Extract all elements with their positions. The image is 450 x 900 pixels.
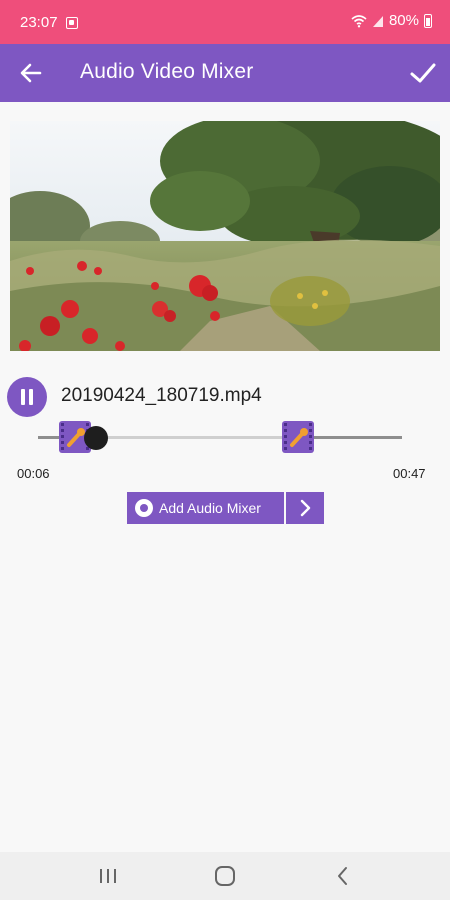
battery-icon xyxy=(424,13,432,28)
app-bar: Audio Video Mixer xyxy=(0,44,450,102)
status-bar: 23:07 80% xyxy=(0,0,450,44)
video-frame-image xyxy=(10,121,440,351)
page-title: Audio Video Mixer xyxy=(80,60,254,83)
back-arrow-icon[interactable] xyxy=(16,59,46,87)
status-time: 23:07 xyxy=(20,14,58,31)
recent-apps-icon[interactable] xyxy=(95,864,121,888)
back-icon[interactable] xyxy=(330,864,356,888)
video-preview[interactable] xyxy=(10,121,440,351)
next-button[interactable] xyxy=(286,492,324,524)
battery-percent: 80% xyxy=(388,12,419,29)
confirm-checkmark-icon[interactable] xyxy=(408,58,438,88)
chevron-right-icon xyxy=(300,499,311,517)
add-audio-mixer-button[interactable]: Add Audio Mixer xyxy=(127,492,284,524)
trim-handle-icon xyxy=(290,428,308,447)
playhead-knob[interactable] xyxy=(84,426,108,450)
trim-range xyxy=(85,436,300,439)
wifi-icon xyxy=(351,14,367,27)
audio-disc-icon xyxy=(135,499,153,517)
trim-end-handle[interactable] xyxy=(282,421,314,453)
status-indicators: 80% xyxy=(351,12,432,29)
signal-icon xyxy=(372,15,383,27)
notification-icon xyxy=(66,17,78,29)
pause-icon-bar xyxy=(29,389,33,405)
start-time: 00:06 xyxy=(17,466,50,481)
add-audio-mixer-label: Add Audio Mixer xyxy=(159,500,261,516)
pause-button[interactable] xyxy=(7,377,47,417)
pause-icon xyxy=(21,389,25,405)
system-nav-bar xyxy=(0,852,450,900)
home-icon[interactable] xyxy=(212,864,238,888)
end-time: 00:47 xyxy=(393,466,426,481)
file-name: 20190424_180719.mp4 xyxy=(61,385,262,406)
